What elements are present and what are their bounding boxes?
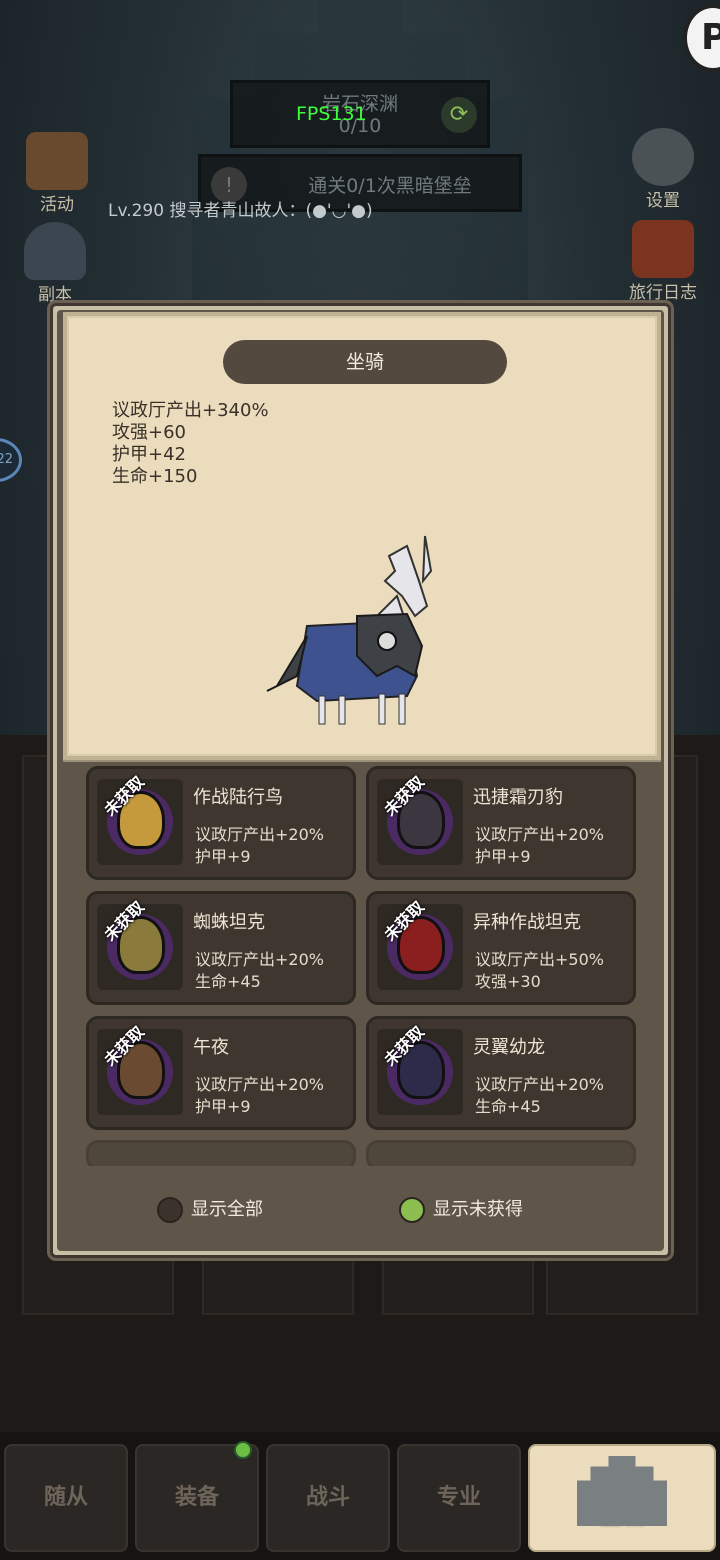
mount-stat: 议政厅产出+20% <box>195 825 324 844</box>
mount-card[interactable]: 未获取 蜘蛛坦克 议政厅产出+20% 生命+45 <box>86 891 356 1005</box>
refresh-icon[interactable]: ⟳ <box>441 97 477 133</box>
stat-line: 护甲+42 <box>112 444 186 465</box>
modal-title: 坐骑 <box>223 340 507 384</box>
fps-counter: FPS131 <box>296 103 367 125</box>
mount-name: 蜘蛛坦克 <box>193 912 265 933</box>
filter-show-all[interactable]: 显示全部 <box>157 1194 263 1226</box>
quest-text: 通关0/1次黑暗堡垒 <box>308 175 472 197</box>
mount-name: 灵翼幼龙 <box>473 1037 545 1058</box>
filter-label: 显示全部 <box>191 1199 263 1220</box>
tab-battle[interactable]: 战斗 <box>266 1444 390 1552</box>
mount-stat: 议政厅产出+20% <box>195 1075 324 1094</box>
mount-stat: 生命+45 <box>475 1097 541 1116</box>
mount-stat: 议政厅产出+50% <box>475 950 604 969</box>
mount-name: 异种作战坦克 <box>473 912 581 933</box>
castle-icon <box>577 1456 667 1526</box>
book-icon <box>632 220 694 278</box>
mount-name: 作战陆行鸟 <box>193 787 283 808</box>
mount-card[interactable]: 未获取 迅捷霜刃豹 议政厅产出+20% 护甲+9 <box>366 766 636 880</box>
settings-label: 设置 <box>646 191 680 211</box>
tab-profession[interactable]: 专业 <box>397 1444 521 1552</box>
mount-illustration <box>266 535 433 725</box>
mount-card[interactable]: 未获取 异种作战坦克 议政厅产出+50% 攻强+30 <box>366 891 636 1005</box>
chest-icon <box>26 132 88 190</box>
total-stats: 议政厅产出+340% 攻强+60 护甲+42 生命+150 <box>112 400 269 488</box>
stat-line: 攻强+60 <box>112 422 186 443</box>
tab-followers[interactable]: 随从 <box>4 1444 128 1552</box>
journal-button[interactable]: 旅行日志 <box>618 220 708 303</box>
mount-name: 迅捷霜刃豹 <box>473 787 563 808</box>
settings-button[interactable]: 设置 <box>618 128 708 211</box>
notification-dot <box>234 1441 252 1459</box>
mount-stat: 护甲+9 <box>475 847 531 866</box>
mount-stat: 议政厅产出+20% <box>475 1075 604 1094</box>
mount-card[interactable]: 未获取 作战陆行鸟 议政厅产出+20% 护甲+9 <box>86 766 356 880</box>
mount-preview: 坐骑 议政厅产出+340% 攻强+60 护甲+42 生命+150 <box>63 312 661 760</box>
tab-main-city[interactable]: 主城 <box>528 1444 716 1552</box>
journal-label: 旅行日志 <box>629 283 697 303</box>
mount-card-partial[interactable] <box>86 1140 356 1166</box>
mount-name: 午夜 <box>193 1037 229 1058</box>
mount-stat: 议政厅产出+20% <box>475 825 604 844</box>
mount-card[interactable]: 未获取 灵翼幼龙 议政厅产出+20% 生命+45 <box>366 1016 636 1130</box>
mount-stat: 议政厅产出+20% <box>195 950 324 969</box>
dungeon-label: 副本 <box>38 285 72 305</box>
portal-icon <box>24 222 86 280</box>
mount-card-partial[interactable] <box>366 1140 636 1166</box>
mount-stat: 护甲+9 <box>195 1097 251 1116</box>
dungeon-button[interactable]: 副本 <box>10 222 100 305</box>
filter-label: 显示未获得 <box>433 1199 523 1220</box>
activity-button[interactable]: 活动 <box>12 132 102 215</box>
gear-icon <box>632 128 694 186</box>
mount-stat: 生命+45 <box>195 972 261 991</box>
stat-line: 生命+150 <box>112 466 198 487</box>
mount-stat: 护甲+9 <box>195 847 251 866</box>
radio-selected-icon <box>399 1197 425 1223</box>
mount-card[interactable]: 未获取 午夜 议政厅产出+20% 护甲+9 <box>86 1016 356 1130</box>
mount-list[interactable]: 未获取 作战陆行鸟 议政厅产出+20% 护甲+9 未获取 迅捷霜刃豹 议政厅产出… <box>86 766 646 1166</box>
bottom-nav: 随从 装备 战斗 专业 主城 <box>0 1432 720 1560</box>
player-info: Lv.290 搜寻者青山故人：(●'◡'●) <box>108 201 373 221</box>
mount-stat: 攻强+30 <box>475 972 541 991</box>
tab-equipment[interactable]: 装备 <box>135 1444 259 1552</box>
activity-label: 活动 <box>40 195 74 215</box>
mount-modal: 坐骑 议政厅产出+340% 攻强+60 护甲+42 生命+150 未获取 作战陆… <box>50 303 671 1258</box>
stat-line: 议政厅产出+340% <box>112 400 269 421</box>
filter-show-unowned[interactable]: 显示未获得 <box>399 1194 523 1226</box>
radio-icon <box>157 1197 183 1223</box>
